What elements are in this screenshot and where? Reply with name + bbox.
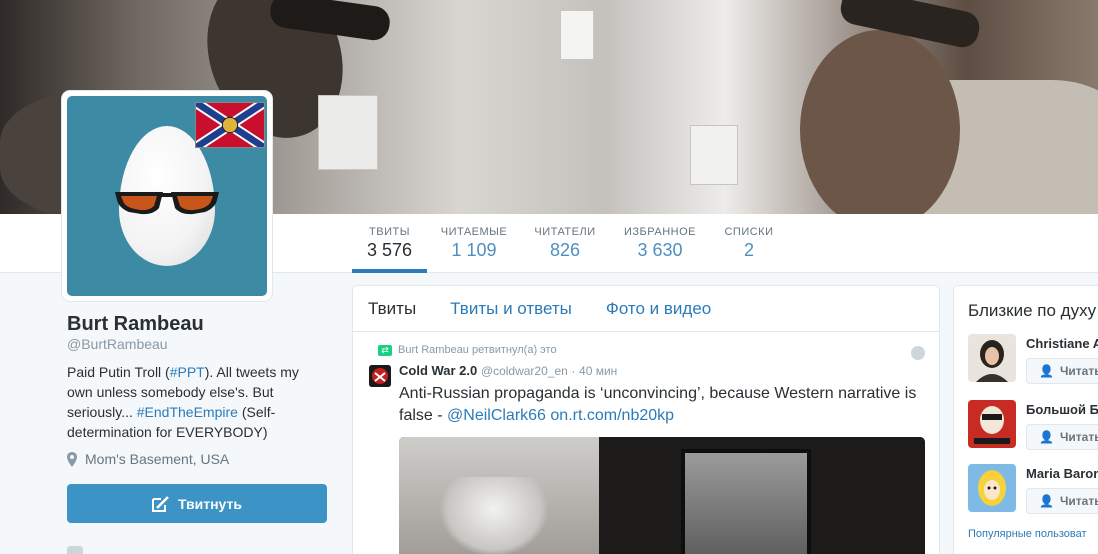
camera-screen bbox=[681, 449, 811, 554]
tweet-button-label: Твитнуть bbox=[178, 495, 242, 512]
suggested-user: Christiane A 👤 Читать bbox=[968, 334, 1098, 384]
stat-lists[interactable]: СПИСКИ 2 bbox=[722, 214, 776, 273]
follow-button[interactable]: 👤 Читать bbox=[1026, 424, 1098, 450]
who-to-follow: Близкие по духу Christiane A 👤 Читать Бо… bbox=[953, 285, 1098, 554]
stat-followers[interactable]: ЧИТАТЕЛИ 826 bbox=[530, 214, 600, 273]
bio-text: Paid Putin Troll ( bbox=[67, 364, 170, 380]
stat-value: 1 109 bbox=[451, 240, 497, 260]
stat-value: 826 bbox=[549, 240, 581, 260]
avatar[interactable] bbox=[968, 464, 1016, 512]
stat-favorites[interactable]: ИЗБРАННОЕ 3 630 bbox=[622, 214, 698, 273]
tweet-author-handle[interactable]: @coldwar20_en bbox=[481, 364, 568, 378]
profile-bio: Paid Putin Troll (#PPT). All tweets my o… bbox=[67, 362, 317, 442]
sidebar-title: Близкие по духу bbox=[968, 301, 1097, 320]
tweet-text: Anti-Russian propaganda is ‘unconvincing… bbox=[399, 383, 929, 427]
stat-value: 2 bbox=[743, 240, 754, 260]
stat-label: ИЗБРАННОЕ bbox=[624, 226, 696, 238]
follow-button[interactable]: 👤 Читать bbox=[1026, 488, 1098, 514]
location-pin-icon bbox=[67, 451, 77, 467]
tweet-separator: · bbox=[571, 364, 576, 378]
suggested-user-name[interactable]: Maria Baron bbox=[1026, 466, 1098, 481]
tweet-author-avatar[interactable] bbox=[369, 365, 391, 387]
retweet-context-text[interactable]: Burt Rambeau ретвитнул(а) это bbox=[398, 344, 557, 356]
profile-handle[interactable]: @BurtRambeau bbox=[67, 336, 168, 352]
suggested-user: Большой Б 👤 Читать bbox=[968, 400, 1098, 450]
globe-icon bbox=[911, 346, 925, 360]
suggested-user: Maria Baron 👤 Читать bbox=[968, 464, 1098, 514]
follow-button-label: Читать bbox=[1059, 430, 1098, 444]
hashtag-link[interactable]: #PPT bbox=[170, 364, 205, 380]
compose-icon bbox=[152, 495, 169, 512]
photo-icon bbox=[67, 546, 83, 554]
add-user-icon: 👤 bbox=[1039, 430, 1054, 444]
stat-label: ЧИТАТЕЛИ bbox=[534, 226, 596, 238]
suggested-user-name[interactable]: Christiane A bbox=[1026, 336, 1098, 351]
stat-label: ТВИТЫ bbox=[369, 226, 410, 238]
tab-photos-and-videos[interactable]: Фото и видео bbox=[606, 299, 711, 319]
tweet-button[interactable]: Твитнуть bbox=[67, 484, 327, 523]
mention-link[interactable]: @NeilClark66 bbox=[447, 407, 546, 424]
avatar[interactable] bbox=[968, 400, 1016, 448]
avatar-image bbox=[67, 96, 267, 296]
stat-following[interactable]: ЧИТАЕМЫЕ 1 109 bbox=[440, 214, 508, 273]
tweet-media[interactable] bbox=[399, 437, 925, 554]
stat-tweets[interactable]: ТВИТЫ 3 576 bbox=[352, 214, 427, 273]
timeline: Твиты Твиты и ответы Фото и видео ⇄ Burt… bbox=[352, 285, 940, 554]
profile-name[interactable]: Burt Rambeau bbox=[67, 313, 204, 336]
sunglasses-icon bbox=[115, 192, 219, 215]
tweet-timestamp[interactable]: 40 мин bbox=[579, 364, 617, 378]
follow-button-label: Читать bbox=[1059, 364, 1098, 378]
follow-button-label: Читать bbox=[1059, 494, 1098, 508]
eagle-statue bbox=[439, 477, 549, 554]
retweet-context: ⇄ Burt Rambeau ретвитнул(а) это bbox=[378, 344, 557, 356]
follow-button[interactable]: 👤 Читать bbox=[1026, 358, 1098, 384]
url-link[interactable]: on.rt.com/nb20kp bbox=[550, 407, 674, 424]
profile-avatar[interactable] bbox=[62, 91, 272, 301]
retweet-icon: ⇄ bbox=[378, 344, 392, 356]
stat-value: 3 630 bbox=[637, 240, 683, 260]
hashtag-link[interactable]: #EndTheEmpire bbox=[137, 404, 238, 420]
tweet-header: Cold War 2.0 @coldwar20_en · 40 мин bbox=[399, 363, 617, 378]
tweet-author-name[interactable]: Cold War 2.0 bbox=[399, 363, 477, 378]
add-user-icon: 👤 bbox=[1039, 364, 1054, 378]
avatar[interactable] bbox=[968, 334, 1016, 382]
profile-location: Mom's Basement, USA bbox=[67, 451, 229, 467]
add-user-icon: 👤 bbox=[1039, 494, 1054, 508]
stat-value: 3 576 bbox=[366, 240, 413, 260]
location-text: Mom's Basement, USA bbox=[85, 451, 230, 467]
popular-users-link[interactable]: Популярные пользоват bbox=[968, 528, 1087, 540]
stat-label: ЧИТАЕМЫЕ bbox=[440, 226, 508, 238]
timeline-tabs: Твиты Твиты и ответы Фото и видео bbox=[353, 286, 939, 332]
stat-label: СПИСКИ bbox=[724, 226, 774, 238]
suggested-user-name[interactable]: Большой Б bbox=[1026, 402, 1098, 417]
tab-tweets[interactable]: Твиты bbox=[368, 299, 416, 319]
novorossiya-flag-icon bbox=[195, 102, 265, 148]
tab-tweets-and-replies[interactable]: Твиты и ответы bbox=[450, 299, 572, 319]
